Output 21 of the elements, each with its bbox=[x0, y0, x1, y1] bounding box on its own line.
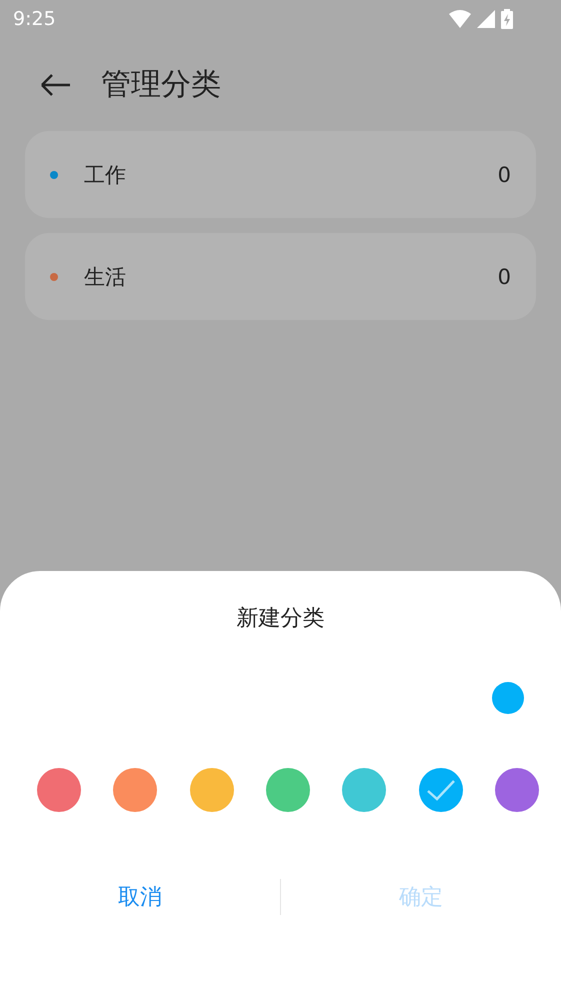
check-icon bbox=[426, 779, 456, 801]
color-swatch[interactable] bbox=[418, 768, 463, 812]
color-swatch[interactable] bbox=[342, 768, 386, 812]
category-card[interactable]: 工作 0 bbox=[25, 131, 536, 218]
color-swatch[interactable] bbox=[37, 768, 81, 812]
category-count: 0 bbox=[498, 264, 511, 288]
back-icon[interactable] bbox=[40, 72, 72, 96]
signal-icon bbox=[477, 10, 495, 28]
page-title: 管理分类 bbox=[101, 66, 221, 104]
wifi-icon bbox=[449, 10, 471, 28]
color-swatch[interactable] bbox=[190, 768, 234, 812]
dialog-title: 新建分类 bbox=[236, 605, 326, 633]
category-card[interactable]: 生活 0 bbox=[25, 233, 536, 320]
color-swatch[interactable] bbox=[494, 768, 539, 812]
status-time: 9:25 bbox=[13, 8, 56, 30]
category-count: 0 bbox=[498, 162, 511, 186]
color-swatch[interactable] bbox=[113, 768, 158, 812]
color-swatch[interactable] bbox=[266, 768, 310, 812]
category-name: 工作 bbox=[84, 162, 127, 188]
battery-icon bbox=[501, 9, 513, 29]
category-name: 生活 bbox=[84, 264, 127, 290]
